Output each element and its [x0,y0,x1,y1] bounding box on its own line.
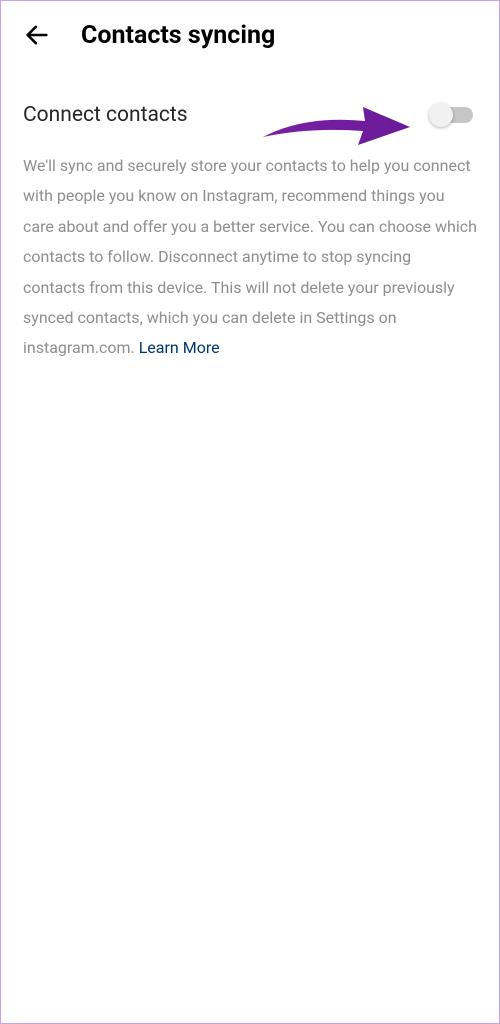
page-title: Contacts syncing [81,21,275,50]
setting-description: We'll sync and securely store your conta… [1,137,499,364]
connect-contacts-toggle[interactable] [429,105,477,125]
header: Contacts syncing [1,1,499,65]
toggle-thumb [429,103,453,127]
back-button[interactable] [21,19,53,51]
setting-label: Connect contacts [23,103,188,127]
arrow-left-icon [23,21,51,49]
description-text: We'll sync and securely store your conta… [23,156,477,357]
learn-more-link[interactable]: Learn More [139,338,220,357]
connect-contacts-row: Connect contacts [1,65,499,137]
